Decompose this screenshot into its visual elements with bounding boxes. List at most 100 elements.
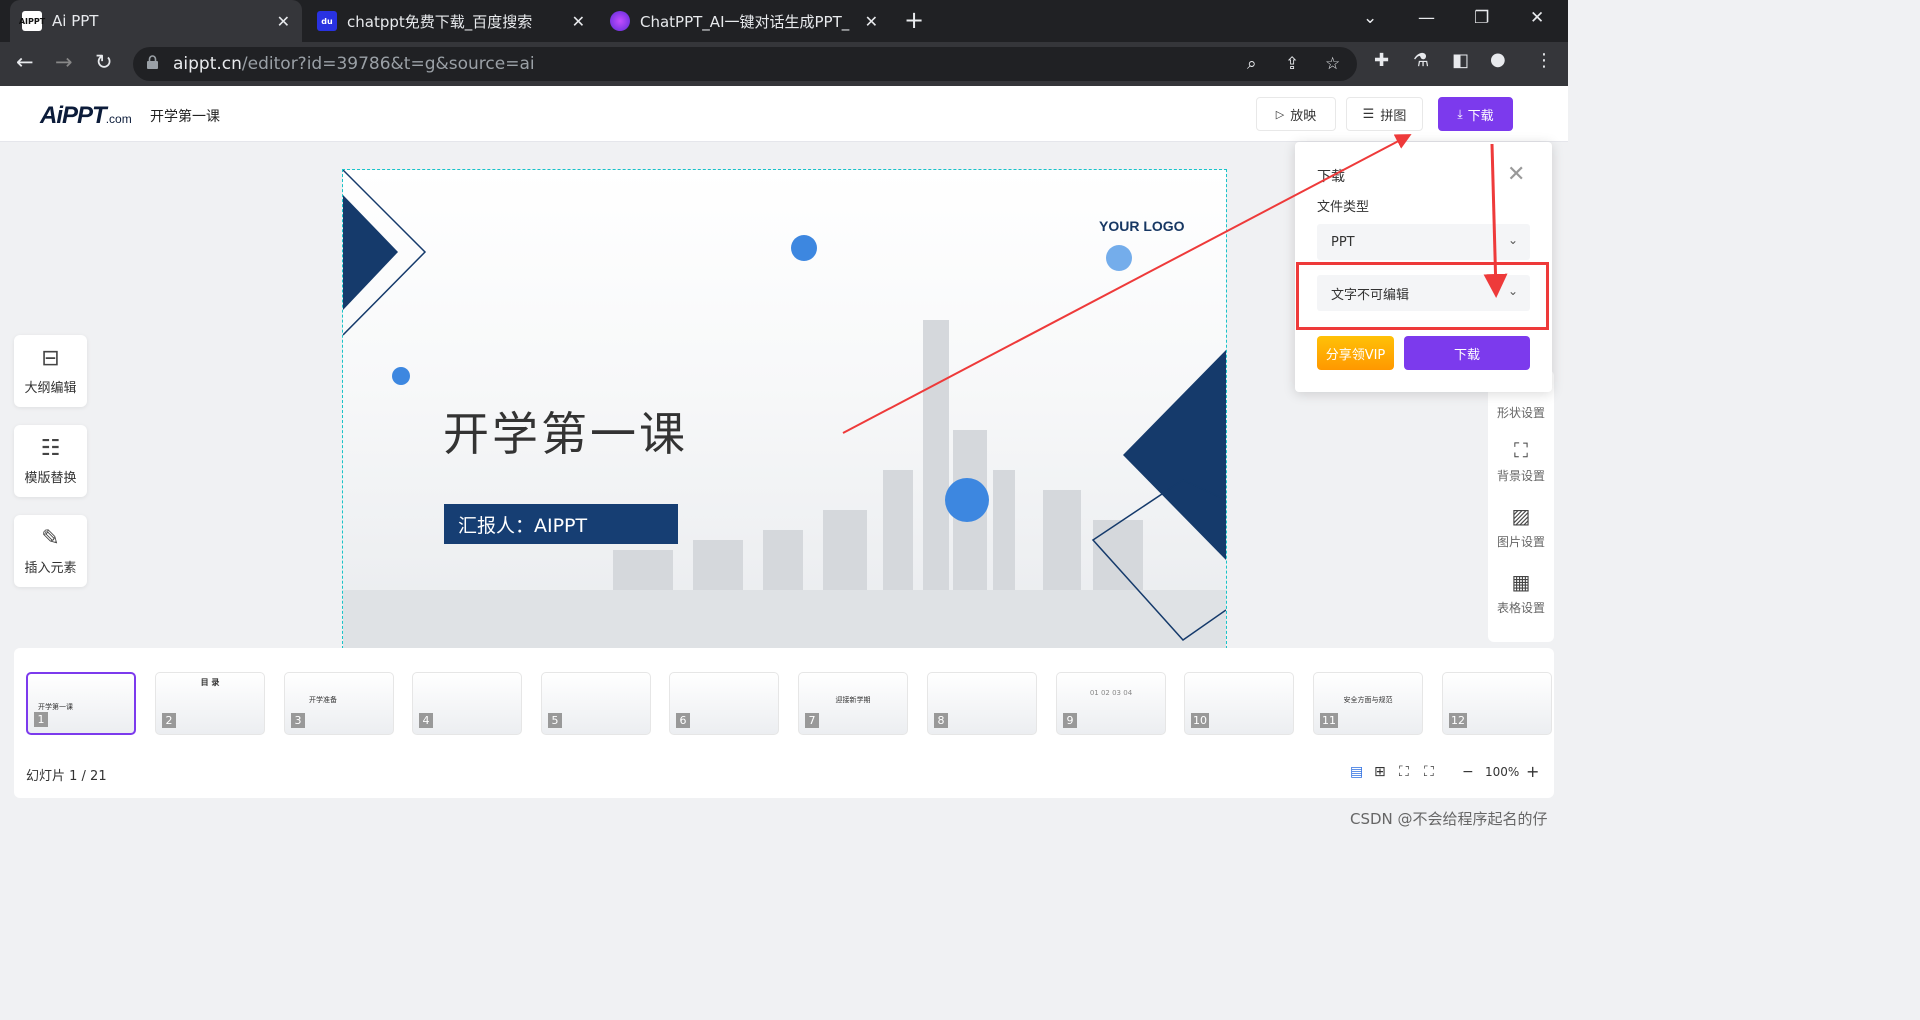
tab-search-icon[interactable]: ⌄ (1363, 8, 1377, 28)
share-vip-button[interactable]: 分享领VIP (1317, 336, 1394, 370)
background-settings[interactable]: ⛶ 背景设置 (1488, 438, 1554, 484)
thumbnail[interactable]: 5 (541, 672, 651, 735)
thumb-text: 迎接新学期 (799, 695, 907, 705)
watermark-text: CSDN @不会给程序起名的仔 (1350, 808, 1548, 829)
tab-baidu[interactable]: du chatppt免费下载_百度搜索 ✕ (305, 0, 597, 42)
tab-title: ChatPPT_AI一键对话生成PPT_ (640, 11, 857, 32)
close-tab-icon[interactable]: ✕ (572, 12, 585, 31)
share-icon[interactable]: ⇪ (1285, 54, 1299, 74)
confirm-download-button[interactable]: 下载 (1404, 336, 1530, 370)
download-button[interactable]: ⤓下载 (1438, 97, 1513, 131)
back-icon[interactable]: ← (16, 50, 34, 74)
aippt-logo[interactable]: AiPPT.com (40, 102, 132, 130)
slide-canvas[interactable]: YOUR LOGO 开学第一课 汇报人：AIPPT (343, 170, 1226, 648)
zoom-icon[interactable]: ⌕ (1247, 54, 1257, 74)
slide-counter: 幻灯片 1 / 21 (26, 765, 107, 784)
zoom-level: 100% (1485, 765, 1519, 779)
bookmark-star-icon[interactable]: ☆ (1325, 54, 1340, 74)
thumbnail[interactable]: 12 (1442, 672, 1552, 735)
side-panel-icon[interactable]: ◧ (1452, 50, 1469, 71)
background-settings-icon: ⛶ (1488, 438, 1554, 462)
thumbnail[interactable]: 目 录2 (155, 672, 265, 735)
tab-title: Ai PPT (52, 12, 269, 30)
file-type-value: PPT (1331, 235, 1355, 250)
browser-menu-icon[interactable]: ⋮ (1535, 50, 1553, 71)
list-view-icon[interactable]: ▤ (1350, 764, 1363, 780)
insert-element-tool[interactable]: ✎ 插入元素 (14, 515, 87, 587)
table-settings-icon: ▦ (1488, 570, 1554, 594)
slide-logo-text[interactable]: YOUR LOGO (1099, 218, 1185, 234)
thumbnail[interactable]: 开学第一课1 (26, 672, 136, 735)
tab-aippt[interactable]: AIPPT Ai PPT ✕ (10, 0, 302, 42)
image-settings-icon: ▨ (1488, 504, 1554, 528)
collage-button[interactable]: ☰拼图 (1346, 97, 1423, 131)
document-title[interactable]: 开学第一课 (150, 106, 220, 126)
table-settings[interactable]: ▦ 表格设置 (1488, 570, 1554, 616)
template-replace-tool[interactable]: ☷ 模版替换 (14, 425, 87, 497)
restore-icon[interactable]: ❐ (1474, 8, 1489, 28)
fullscreen-icon[interactable]: ⛶ (1424, 764, 1434, 780)
close-tab-icon[interactable]: ✕ (865, 12, 878, 31)
chatppt-favicon (610, 11, 630, 31)
zoom-out-button[interactable]: − (1462, 764, 1474, 780)
thumbnail-bar: 开学第一课1 目 录2 开学准备 3 4 5 6 迎接新学期 7 8 01 02 0… (14, 648, 1554, 798)
tool-label: 模版替换 (24, 467, 76, 486)
thumbnail[interactable]: 10 (1184, 672, 1294, 735)
fit-screen-icon[interactable]: ⛶ (1399, 764, 1409, 780)
reload-icon[interactable]: ↻ (95, 50, 113, 74)
lab-flask-icon[interactable]: ⚗ (1413, 50, 1429, 71)
play-button[interactable]: ▷ 放映 (1256, 97, 1336, 131)
settings-panel: 形状设置 ⛶ 背景设置 ▨ 图片设置 ▦ 表格设置 (1488, 370, 1554, 642)
play-icon: ▷ (1276, 108, 1284, 121)
zoom-in-button[interactable]: + (1526, 762, 1539, 781)
close-window-icon[interactable]: ✕ (1530, 8, 1544, 28)
omnibox[interactable]: aippt.cn/editor?id=39786&t=g&source=ai ⌕… (133, 47, 1357, 81)
image-settings-label: 图片设置 (1497, 535, 1545, 549)
new-tab-button[interactable]: + (904, 6, 924, 34)
outline-edit-tool[interactable]: ⊟ 大纲编辑 (14, 335, 87, 407)
minimize-icon[interactable]: — (1418, 8, 1435, 28)
file-type-select[interactable]: PPT ⌄ (1317, 224, 1530, 260)
app-header: AiPPT.com 开学第一课 ▷ 放映 ☰拼图 ⤓下载 (0, 86, 1568, 142)
thumb-number: 9 (1063, 713, 1077, 728)
background-settings-label: 背景设置 (1497, 469, 1545, 483)
tool-label: 插入元素 (24, 557, 76, 576)
thumb-number: 3 (291, 713, 305, 728)
slide-title[interactable]: 开学第一课 (443, 398, 688, 464)
shape-settings[interactable]: 形状设置 (1488, 404, 1554, 421)
forward-icon[interactable]: → (55, 50, 73, 74)
close-icon[interactable]: ✕ (1507, 162, 1525, 187)
extensions-icon[interactable]: ✚ (1374, 50, 1389, 71)
image-settings[interactable]: ▨ 图片设置 (1488, 504, 1554, 550)
thumb-number: 2 (162, 713, 176, 728)
thumb-text: 开学准备 (309, 695, 394, 705)
profile-avatar-icon[interactable]: ● (1490, 49, 1506, 70)
thumb-text: 01 02 03 04 (1057, 689, 1165, 697)
download-popover-title: 下载 (1317, 166, 1345, 186)
thumbnail[interactable]: 01 02 03 04 9 (1056, 672, 1166, 735)
grid-view-icon[interactable]: ⊞ (1374, 764, 1386, 780)
outline-icon: ⊟ (41, 346, 59, 371)
table-settings-label: 表格设置 (1497, 601, 1545, 615)
thumbnail[interactable]: 4 (412, 672, 522, 735)
thumb-number: 5 (548, 713, 562, 728)
thumbnail[interactable]: 开学准备 3 (284, 672, 394, 735)
shape-settings-label: 形状设置 (1497, 406, 1545, 420)
thumb-number: 4 (419, 713, 433, 728)
thumb-number: 8 (934, 713, 948, 728)
tool-label: 大纲编辑 (24, 377, 76, 396)
slide-reporter[interactable]: 汇报人：AIPPT (444, 504, 678, 544)
collage-icon: ☰ (1363, 107, 1375, 122)
thumbnail[interactable]: 6 (669, 672, 779, 735)
thumb-number: 10 (1191, 713, 1209, 728)
close-tab-icon[interactable]: ✕ (277, 12, 290, 31)
thumbnail[interactable]: 8 (927, 672, 1037, 735)
thumbnail[interactable]: 安全方面与规范11 (1313, 672, 1423, 735)
thumb-number: 11 (1320, 713, 1338, 728)
play-label: 放映 (1290, 105, 1316, 124)
thumb-number: 7 (805, 713, 819, 728)
thumbnail[interactable]: 迎接新学期 7 (798, 672, 908, 735)
highlight-box (1296, 262, 1549, 330)
insert-element-icon: ✎ (41, 526, 59, 551)
tab-chatppt[interactable]: ChatPPT_AI一键对话生成PPT_ ✕ (598, 0, 890, 42)
